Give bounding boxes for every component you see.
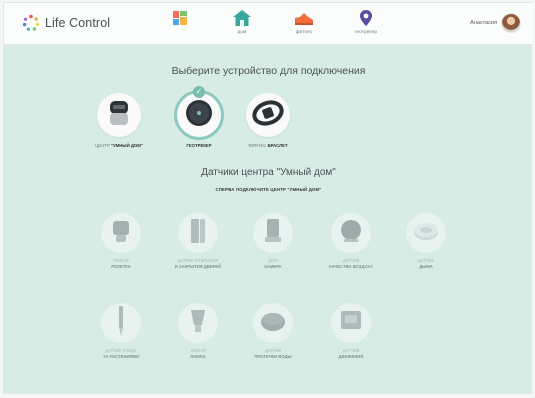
sensor-prefix: ДАТЧИК УХОДА — [105, 348, 137, 353]
sensor-smart-lamp: УМНАЯ ЛАМПА — [159, 303, 237, 360]
sensor-smart-plug: УМНАЯ РОЗЕТКА — [82, 213, 160, 270]
camera-icon — [262, 217, 284, 250]
device-geotracker[interactable]: ✓ ГЕОТРЕКЕР — [169, 86, 229, 148]
top-header: Life Control дом фитнес геотрекер Анаста… — [4, 3, 533, 45]
geotracker-icon — [184, 98, 214, 133]
sensor-prefix: ДАТЧИК — [264, 348, 282, 353]
sensors-note: СПЕРВА ПОДКЛЮЧИТЕ ЦЕНТР "УМНЫЙ ДОМ" — [215, 187, 322, 192]
motion-sensor-icon — [338, 308, 364, 339]
device-label: БРАСЛЕТ — [267, 143, 288, 148]
nav-dashboard[interactable] — [153, 9, 207, 43]
logo[interactable]: Life Control — [22, 14, 110, 32]
sensor-prefix: ДАТЧИК — [417, 258, 435, 263]
plant-care-sensor-icon — [114, 305, 128, 342]
sensor-label: И ЗАКРЫТИЯ ДВЕРЕЙ — [174, 264, 222, 269]
sensors-title: Датчики центра "Умный дом" — [201, 167, 336, 178]
sneaker-icon — [293, 9, 315, 27]
select-device-title: Выберите устройство для подключения — [171, 65, 366, 77]
user-name: Анастасия — [470, 20, 497, 26]
nav-fitness[interactable]: фитнес — [277, 9, 331, 43]
air-quality-sensor-icon — [338, 218, 364, 249]
sensor-prefix: УМНАЯ — [113, 258, 129, 263]
sensor-label: ПРОТЕЧКИ ВОДЫ — [254, 354, 292, 359]
device-label: "УМНЫЙ ДОМ" — [110, 143, 143, 148]
avatar — [501, 13, 521, 33]
sensor-door: ДАТЧИК ОТКРЫТИЯ И ЗАКРЫТИЯ ДВЕРЕЙ — [159, 213, 237, 270]
nav-geotracker-label: геотрекер — [354, 29, 378, 34]
location-pin-icon — [358, 9, 374, 27]
sensor-label: ЗА РАСТЕНИЯМИ — [103, 354, 139, 359]
smart-lamp-icon — [188, 307, 208, 340]
sensor-prefix: ДАТЧИК ОТКРЫТИЯ — [177, 258, 219, 263]
device-label: ГЕОТРЕКЕР — [186, 143, 212, 148]
sensor-label: ЛАМПА — [190, 354, 206, 359]
device-smart-home-hub[interactable]: ЦЕНТР "УМНЫЙ ДОМ" — [89, 93, 149, 148]
smart-home-hub-icon — [104, 99, 134, 132]
sensor-prefix: ДАТЧИК — [342, 348, 360, 353]
user-menu[interactable]: Анастасия — [470, 13, 521, 33]
house-icon — [232, 9, 252, 27]
smart-plug-icon — [110, 218, 132, 249]
sensor-label: РОЗЕТКА — [111, 264, 131, 269]
sensor-plant-care: ДАТЧИК УХОДА ЗА РАСТЕНИЯМИ — [82, 303, 160, 360]
fitness-band-icon — [251, 99, 285, 131]
sensor-label: ДЫМА — [419, 264, 433, 269]
nav-home[interactable]: дом — [215, 9, 269, 43]
logo-text: Life Control — [45, 16, 111, 30]
dashboard-grid-icon — [172, 9, 188, 27]
sensor-label: ДВИЖЕНИЯ — [338, 354, 364, 359]
nav-home-label: дом — [237, 29, 247, 34]
sensor-camera: ДОМ КАМЕРА — [234, 213, 312, 270]
sensor-water-leak: ДАТЧИК ПРОТЕЧКИ ВОДЫ — [234, 303, 312, 360]
sensor-prefix: УМНАЯ — [190, 348, 206, 353]
device-prefix: ЦЕНТР — [95, 143, 110, 148]
nav-geotracker[interactable]: геотрекер — [339, 9, 393, 43]
door-sensor-icon — [187, 217, 209, 250]
device-prefix: ФИТНЕС — [248, 143, 267, 148]
sensor-smoke: ДАТЧИК ДЫМА — [387, 213, 465, 270]
sensor-label: КАЧЕСТВА ВОЗДУХА — [329, 264, 373, 269]
device-fitness-band[interactable]: ФИТНЕС БРАСЛЕТ — [238, 93, 298, 148]
sensor-prefix: ДАТЧИК — [342, 258, 360, 263]
nav-fitness-label: фитнес — [295, 29, 313, 34]
sensor-air-quality: ДАТЧИК КАЧЕСТВА ВОЗДУХА — [312, 213, 390, 270]
selected-check-icon: ✓ — [193, 86, 205, 98]
sensor-prefix: ДОМ — [268, 258, 278, 263]
water-leak-sensor-icon — [259, 309, 287, 338]
app-frame: Life Control дом фитнес геотрекер Анаста… — [3, 2, 533, 394]
sensor-label: КАМЕРА — [264, 264, 282, 269]
sensor-motion: ДАТЧИК ДВИЖЕНИЯ — [312, 303, 390, 360]
logo-icon — [22, 14, 40, 32]
smoke-sensor-icon — [412, 219, 440, 248]
